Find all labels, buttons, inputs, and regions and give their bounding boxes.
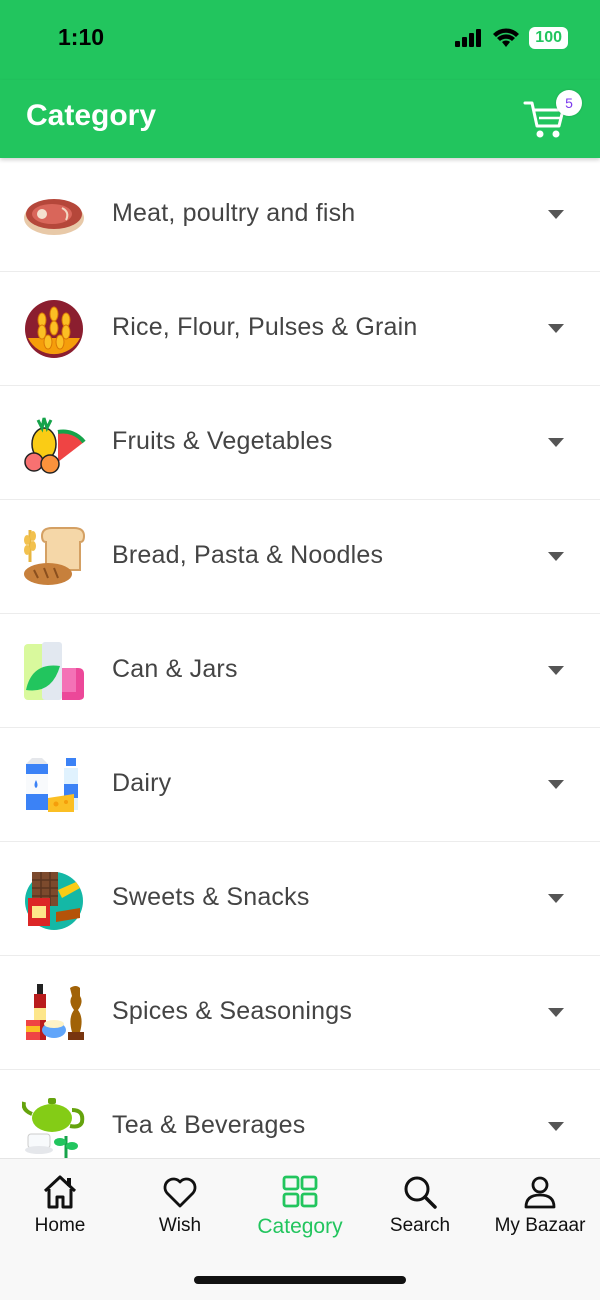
- nav-wish[interactable]: Wish: [120, 1173, 240, 1237]
- category-item-spices-seasonings[interactable]: Spices & Seasonings: [0, 956, 600, 1070]
- fruits-icon: [24, 417, 86, 474]
- grid-icon: [282, 1175, 318, 1208]
- nav-home[interactable]: Home: [0, 1173, 120, 1237]
- bread-icon: [24, 527, 86, 585]
- category-item-dairy[interactable]: Dairy: [0, 728, 600, 842]
- nav-home-label: Home: [34, 1215, 86, 1236]
- category-label: Tea & Beverages: [112, 1111, 306, 1139]
- chevron-down-icon[interactable]: [548, 324, 564, 334]
- nav-category-label: Category: [257, 1215, 343, 1238]
- spices-icon: [26, 984, 84, 1040]
- category-label: Can & Jars: [112, 655, 238, 683]
- nav-account[interactable]: My Bazaar: [480, 1173, 600, 1237]
- category-label: Sweets & Snacks: [112, 883, 310, 911]
- category-item-meat[interactable]: Meat, poultry and fish: [0, 158, 600, 272]
- chevron-down-icon[interactable]: [548, 1008, 564, 1018]
- category-item-tea-beverages[interactable]: Tea & Beverages: [0, 1070, 600, 1158]
- chevron-down-icon[interactable]: [548, 210, 564, 220]
- dairy-icon: [26, 758, 78, 812]
- heart-icon: [163, 1177, 197, 1208]
- app-bar: Category 5: [0, 80, 600, 158]
- category-label: Fruits & Vegetables: [112, 427, 333, 455]
- cart-button[interactable]: 5: [522, 90, 582, 142]
- nav-search-label: Search: [389, 1215, 451, 1236]
- wheat-icon: [25, 300, 83, 358]
- chevron-down-icon[interactable]: [548, 894, 564, 904]
- tea-icon: [22, 1098, 85, 1158]
- chevron-down-icon[interactable]: [548, 780, 564, 790]
- page-title: Category: [26, 99, 157, 132]
- category-label: Rice, Flour, Pulses & Grain: [112, 313, 418, 341]
- home-indicator: [194, 1276, 406, 1284]
- nav-search[interactable]: Search: [360, 1173, 480, 1237]
- status-bar: 1:10 100: [0, 0, 600, 80]
- meat-icon: [24, 199, 84, 235]
- chevron-down-icon[interactable]: [548, 1122, 564, 1132]
- category-label: Dairy: [112, 769, 172, 797]
- category-item-sweets-snacks[interactable]: Sweets & Snacks: [0, 842, 600, 956]
- category-label: Bread, Pasta & Noodles: [112, 541, 384, 569]
- category-list: Meat, poultry and fish Rice, Flour, Puls…: [0, 158, 600, 1158]
- chevron-down-icon[interactable]: [548, 552, 564, 562]
- category-item-bread-pasta[interactable]: Bread, Pasta & Noodles: [0, 500, 600, 614]
- category-item-rice-flour[interactable]: Rice, Flour, Pulses & Grain: [0, 272, 600, 386]
- search-icon: [404, 1176, 437, 1209]
- status-indicators: 100: [455, 27, 568, 49]
- status-time: 1:10: [58, 24, 105, 50]
- category-item-fruits-vegetables[interactable]: Fruits & Vegetables: [0, 386, 600, 500]
- snacks-icon: [25, 872, 83, 930]
- chevron-down-icon[interactable]: [548, 666, 564, 676]
- user-icon: [524, 1176, 556, 1209]
- cart-count-badge: 5: [556, 90, 582, 116]
- nav-category[interactable]: Category: [240, 1173, 360, 1239]
- battery-indicator: 100: [529, 27, 568, 49]
- wifi-icon: [493, 28, 520, 47]
- signal-icon: [455, 29, 482, 47]
- category-label: Meat, poultry and fish: [112, 199, 356, 227]
- category-label: Spices & Seasonings: [112, 997, 353, 1025]
- category-item-can-jars[interactable]: Can & Jars: [0, 614, 600, 728]
- jars-icon: [24, 642, 84, 700]
- chevron-down-icon[interactable]: [548, 438, 564, 448]
- home-icon: [43, 1175, 77, 1209]
- nav-account-label: My Bazaar: [494, 1215, 586, 1236]
- nav-wish-label: Wish: [158, 1215, 202, 1236]
